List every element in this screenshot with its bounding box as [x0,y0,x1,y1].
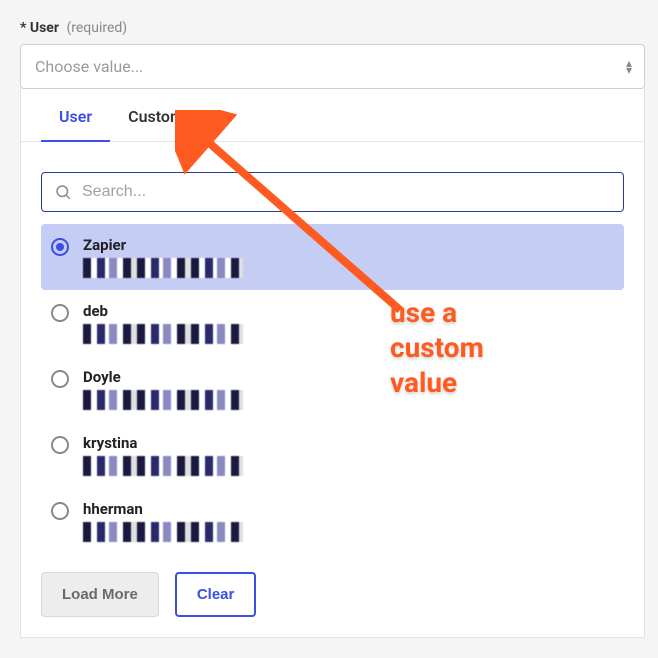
list-item[interactable]: hherman [41,488,624,554]
option-name: hherman [83,500,614,518]
dropdown-panel: User Custom Zapier deb [20,89,645,638]
list-item[interactable]: deb [41,290,624,356]
search-input[interactable] [82,183,611,201]
option-name: krystina [83,434,614,452]
field-label: * User (required) [20,20,638,36]
redacted-subtext [83,456,243,476]
tabs: User Custom [21,89,644,142]
clear-button[interactable]: Clear [175,572,257,617]
chevrons-up-down-icon: ▴▾ [626,60,632,74]
list-item[interactable]: Doyle [41,356,624,422]
tab-user[interactable]: User [41,89,110,142]
tab-custom[interactable]: Custom [110,89,202,142]
option-name: deb [83,302,614,320]
option-name: Zapier [83,236,614,254]
load-more-button[interactable]: Load More [41,572,159,617]
required-asterisk: * [20,20,26,36]
option-name: Doyle [83,368,614,386]
options-list: Zapier deb Doyle krystina [21,224,644,554]
redacted-subtext [83,522,243,542]
redacted-subtext [83,390,243,410]
field-hint: (required) [66,20,127,36]
search-icon [54,183,72,201]
redacted-subtext [83,258,243,278]
list-item[interactable]: krystina [41,422,624,488]
radio-icon [51,436,69,454]
radio-icon [51,502,69,520]
field-name: User [30,20,59,36]
radio-icon [51,370,69,388]
search-box[interactable] [41,172,624,212]
list-item[interactable]: Zapier [41,224,624,290]
radio-icon [51,304,69,322]
select-placeholder: Choose value... [35,57,143,76]
radio-icon [51,238,69,256]
choose-value-select[interactable]: Choose value... ▴▾ [20,44,645,89]
redacted-subtext [83,324,243,344]
